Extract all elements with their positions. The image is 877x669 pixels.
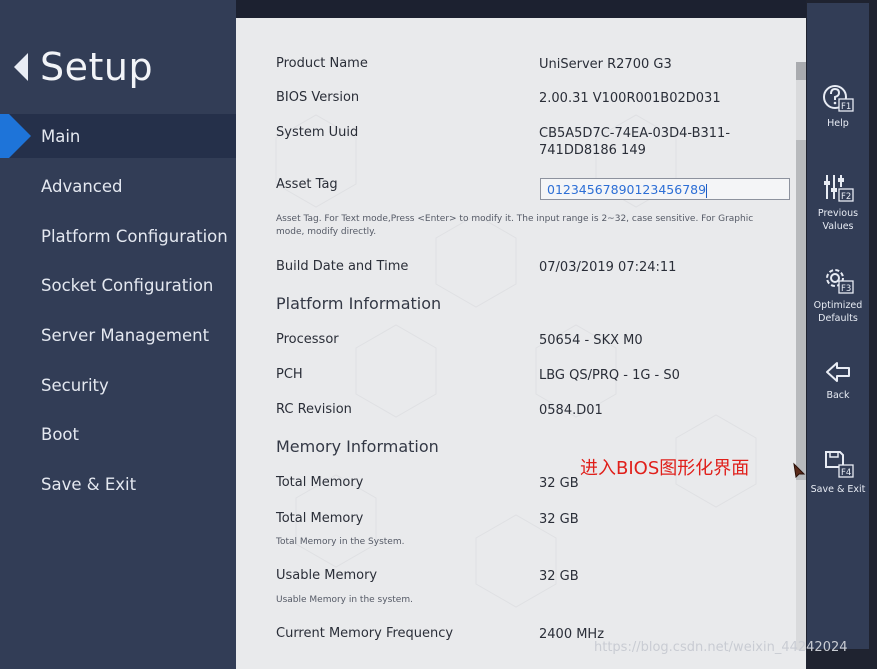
- sidebar-item-label: Server Management: [41, 325, 210, 345]
- bios-version-label: BIOS Version: [276, 90, 360, 105]
- sidebar-item-label: Socket Configuration: [41, 275, 214, 295]
- annotation-text: 进入BIOS图形化界面: [580, 458, 750, 479]
- asset-tag-input[interactable]: 01234567890123456789: [540, 178, 790, 200]
- active-arrow-icon: [9, 114, 31, 158]
- top-strip: [236, 0, 806, 18]
- svg-text:F1: F1: [841, 102, 851, 112]
- product-name-value: UniServer R2700 G3: [539, 57, 672, 72]
- help-icon: F1: [823, 85, 854, 112]
- rc-revision-value: 0584.D01: [539, 403, 603, 418]
- action-bar: F1 Help F2 Previous Values F3 Optimized …: [807, 3, 869, 649]
- platform-section-title: Platform Information: [276, 294, 442, 313]
- total-memory-label: Total Memory: [276, 511, 364, 526]
- right-edge: [869, 0, 877, 669]
- sidebar-item-platform-configuration[interactable]: Platform Configuration: [0, 214, 236, 258]
- svg-text:F4: F4: [841, 468, 851, 478]
- mouse-cursor-icon: [793, 462, 806, 478]
- previous-values-label: Previous Values: [817, 208, 859, 232]
- sidebar-item-server-management[interactable]: Server Management: [0, 313, 236, 357]
- watermark: https://blog.csdn.net/weixin_44242024: [594, 640, 848, 655]
- save-exit-button[interactable]: F4 Save & Exit: [807, 449, 869, 496]
- rc-revision-label: RC Revision: [276, 402, 352, 417]
- back-button[interactable]: Back: [807, 359, 869, 402]
- build-date-label: Build Date and Time: [276, 259, 409, 274]
- text-cursor: [706, 183, 708, 198]
- optimized-defaults-button[interactable]: F3 Optimized Defaults: [807, 265, 869, 325]
- previous-values-button[interactable]: F2 Previous Values: [807, 173, 869, 233]
- total-memory-value: 32 GB: [539, 512, 579, 527]
- gear-icon: F3: [826, 269, 854, 294]
- sidebar-item-security[interactable]: Security: [0, 363, 236, 407]
- product-name-label: Product Name: [276, 56, 368, 71]
- main-panel: Product Name UniServer R2700 G3 BIOS Ver…: [236, 18, 806, 669]
- scrollbar-thumb[interactable]: [796, 140, 806, 480]
- save-exit-label: Save & Exit: [810, 484, 866, 495]
- processor-label: Processor: [276, 332, 339, 347]
- processor-value: 50654 - SKX M0: [539, 333, 643, 348]
- asset-tag-label: Asset Tag: [276, 177, 338, 192]
- bios-version-value: 2.00.31 V100R001B02D031: [539, 91, 721, 106]
- sidebar-item-advanced[interactable]: Advanced: [0, 164, 236, 208]
- system-uuid-label: System Uuid: [276, 125, 359, 140]
- setup-title: Setup: [40, 45, 154, 89]
- setup-header[interactable]: Setup: [14, 42, 153, 92]
- active-marker: [0, 114, 9, 158]
- total-memory-help: Total Memory in the System.: [276, 537, 405, 547]
- pch-value: LBG QS/PRQ - 1G - S0: [539, 368, 680, 383]
- sidebar-item-label: Platform Configuration: [41, 226, 228, 246]
- usable-memory-help: Usable Memory in the system.: [276, 595, 413, 605]
- memory-frequency-label: Current Memory Frequency: [276, 626, 454, 641]
- sidebar-item-label: Security: [41, 375, 109, 395]
- build-date-value: 07/03/2019 07:24:11: [539, 260, 677, 275]
- sidebar-item-label: Save & Exit: [41, 474, 137, 494]
- scrollbar-up[interactable]: [796, 62, 806, 80]
- usable-memory-value: 32 GB: [539, 569, 579, 584]
- sidebar-item-label: Advanced: [41, 176, 123, 196]
- help-label: Help: [827, 118, 849, 129]
- pch-label: PCH: [276, 367, 303, 382]
- back-arrow-icon: [826, 362, 850, 382]
- svg-text:F3: F3: [841, 284, 851, 294]
- usable-memory-label: Usable Memory: [276, 568, 378, 583]
- sidebar-item-save-exit[interactable]: Save & Exit: [0, 462, 236, 506]
- asset-tag-help: Asset Tag. For Text mode,Press <Enter> t…: [276, 214, 754, 237]
- sidebar-item-main[interactable]: Main: [0, 114, 236, 158]
- sliders-icon: F2: [824, 175, 854, 202]
- system-uuid-value: CB5A5D7C-74EA-03D4-B311-741DD8186 149: [539, 126, 731, 158]
- help-button[interactable]: F1 Help: [807, 83, 869, 130]
- back-label: Back: [826, 390, 850, 401]
- sidebar-item-boot[interactable]: Boot: [0, 412, 236, 456]
- back-triangle-icon[interactable]: [14, 53, 28, 81]
- optimized-defaults-label: Optimized Defaults: [813, 300, 863, 324]
- sidebar-item-label: Boot: [41, 424, 79, 444]
- save-exit-icon: F4: [825, 451, 854, 478]
- setup-sidebar: Setup Main Advanced Platform Configurati…: [0, 0, 237, 669]
- sidebar-item-socket-configuration[interactable]: Socket Configuration: [0, 263, 236, 307]
- sidebar-item-label: Main: [41, 126, 81, 146]
- memory-section-title: Memory Information: [276, 437, 439, 456]
- asset-tag-value: 01234567890123456789: [547, 182, 707, 197]
- svg-text:F2: F2: [841, 192, 851, 202]
- total-memory-label: Total Memory: [276, 475, 364, 490]
